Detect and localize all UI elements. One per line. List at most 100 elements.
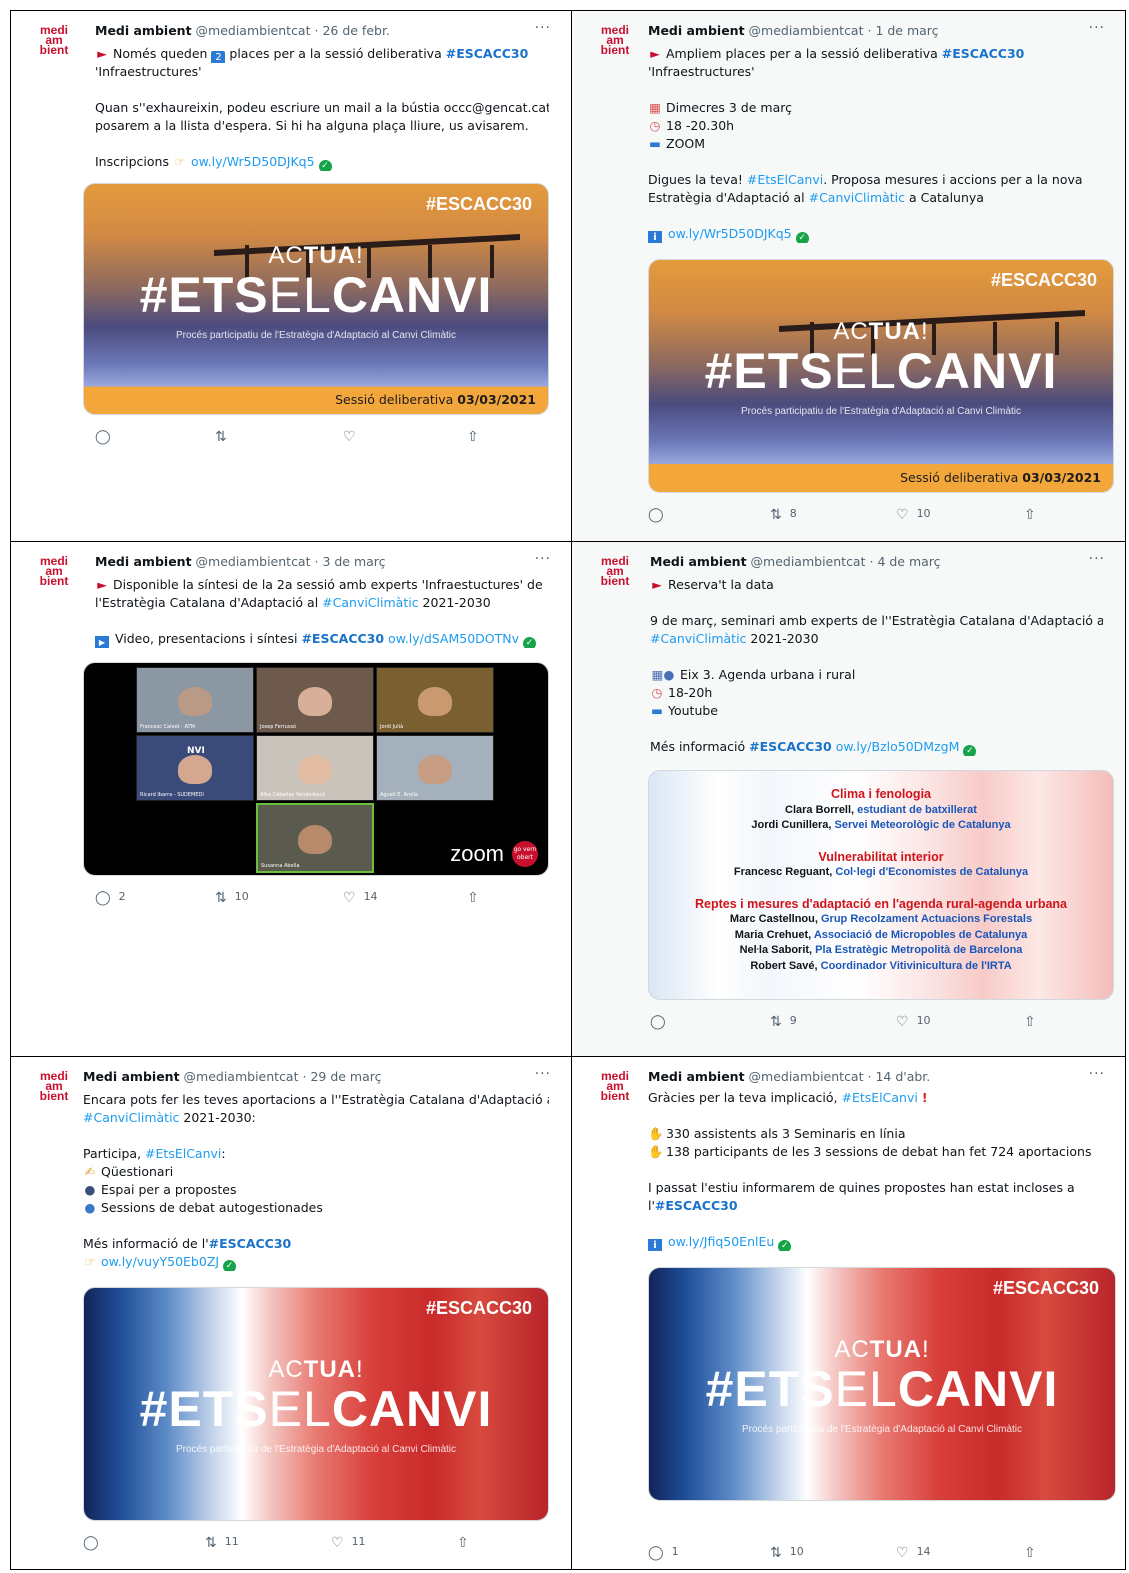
tweet-date[interactable]: 1 de març xyxy=(875,23,938,38)
tweet-card[interactable]: medi am bient Medi ambient @mediambientc… xyxy=(571,1056,1126,1570)
more-options-icon[interactable]: ··· xyxy=(1089,1066,1105,1082)
hashtag-link[interactable]: #CanviClimàtic xyxy=(322,595,418,610)
reply-button[interactable]: ◯ 1 xyxy=(648,1545,679,1561)
reply-button[interactable]: ◯ xyxy=(95,429,119,445)
more-options-icon[interactable]: ··· xyxy=(535,1066,551,1082)
tweet-date[interactable]: 14 d'abr. xyxy=(875,1069,930,1084)
avatar[interactable]: medi am bient xyxy=(33,24,75,67)
tweet-card[interactable]: medi am bient Medi ambient @mediambientc… xyxy=(571,10,1126,542)
like-button[interactable]: ♡ 10 xyxy=(896,507,931,523)
check-icon: ✓ xyxy=(318,160,332,171)
tweet-card[interactable]: medi am bient Medi ambient @mediambientc… xyxy=(10,541,572,1057)
author-handle[interactable]: @mediambientcat xyxy=(196,23,311,38)
megaphone-icon: ► xyxy=(97,46,107,61)
share-button[interactable]: ⇧ xyxy=(467,890,487,906)
video-thumbnail[interactable]: Francesc Calvet - ATM Josep Ferrussó Jor… xyxy=(83,662,549,876)
more-options-icon[interactable]: ··· xyxy=(535,20,551,36)
reply-button[interactable]: ◯ 2 xyxy=(95,890,126,906)
short-link[interactable]: ow.ly/vuyY50Eb0ZJ xyxy=(101,1254,219,1269)
hashtag-link[interactable]: #EtsElCanvi xyxy=(747,172,823,187)
retweet-button[interactable]: ⇅ 11 xyxy=(205,1535,239,1551)
hashtag-link[interactable]: #ESCACC30 xyxy=(209,1236,292,1251)
avatar[interactable]: medi am bient xyxy=(33,555,75,598)
tweet-header: Medi ambient @mediambientcat · 26 de feb… xyxy=(95,20,551,38)
reply-button[interactable]: ◯ xyxy=(650,1014,674,1030)
tweet-date[interactable]: 4 de març xyxy=(877,554,940,569)
hashtag-link[interactable]: #ESCACC30 xyxy=(446,46,529,61)
share-button[interactable]: ⇧ xyxy=(1024,1545,1044,1561)
author-name[interactable]: Medi ambient xyxy=(648,1069,745,1084)
retweet-button[interactable]: ⇅ 9 xyxy=(770,1014,797,1030)
like-button[interactable]: ♡ 11 xyxy=(331,1535,366,1551)
like-button[interactable]: ♡ xyxy=(343,429,364,445)
short-link[interactable]: ow.ly/Jfiq50EnlEu xyxy=(668,1234,774,1249)
more-options-icon[interactable]: ··· xyxy=(1089,20,1105,36)
tweet-card[interactable]: medi am bient Medi ambient @mediambientc… xyxy=(571,541,1126,1057)
hashtag-link[interactable]: #ESCACC30 xyxy=(749,739,832,754)
heart-icon: ♡ xyxy=(896,1014,909,1030)
hashtag-link[interactable]: #ESCACC30 xyxy=(942,46,1025,61)
tweet-card[interactable]: medi am bient Medi ambient @mediambientc… xyxy=(10,1056,572,1570)
avatar[interactable]: medi am bient xyxy=(594,24,636,67)
play-icon: ▶ xyxy=(95,636,109,648)
like-button[interactable]: ♡ 14 xyxy=(343,890,378,906)
avatar[interactable]: medi am bient xyxy=(33,1070,75,1113)
campaign-image[interactable]: #ESCACC30 ACTUA! #ETSELCANVI Procés part… xyxy=(83,1287,549,1521)
author-name[interactable]: Medi ambient xyxy=(650,554,747,569)
author-handle[interactable]: @mediambientcat xyxy=(749,23,864,38)
author-name[interactable]: Medi ambient xyxy=(83,1069,180,1084)
hashtag-link[interactable]: #ESCACC30 xyxy=(301,631,384,646)
check-icon: ✓ xyxy=(963,745,977,756)
campaign-image[interactable]: #ESCACC30 ACTUA! #ETSELCANVI Procés part… xyxy=(83,183,549,415)
exclamation-icon: ! xyxy=(921,1090,928,1105)
short-link[interactable]: ow.ly/dSAM50DOTNv xyxy=(388,631,519,646)
tweet-date[interactable]: 3 de març xyxy=(322,554,385,569)
hashtag-link[interactable]: #CanviClimàtic xyxy=(809,190,905,205)
reply-button[interactable]: ◯ xyxy=(83,1535,107,1551)
tweet-card[interactable]: medi am bient Medi ambient @mediambientc… xyxy=(10,10,572,542)
retweet-button[interactable]: ⇅ 10 xyxy=(770,1545,804,1561)
avatar[interactable]: medi am bient xyxy=(594,1070,636,1113)
retweet-button[interactable]: ⇅ 10 xyxy=(215,890,249,906)
share-icon: ⇧ xyxy=(467,429,479,445)
more-options-icon[interactable]: ··· xyxy=(535,551,551,567)
campaign-image[interactable]: #ESCACC30 ACTUA! #ETSELCANVI Procés part… xyxy=(648,259,1114,493)
hashtag-link[interactable]: #ESCACC30 xyxy=(655,1198,738,1213)
reply-button[interactable]: ◯ xyxy=(648,507,672,523)
hashtag-link[interactable]: #CanviClimàtic xyxy=(83,1110,179,1125)
like-button[interactable]: ♡ 14 xyxy=(896,1545,931,1561)
author-handle[interactable]: @mediambientcat xyxy=(196,554,311,569)
author-name[interactable]: Medi ambient xyxy=(95,23,192,38)
author-name[interactable]: Medi ambient xyxy=(648,23,745,38)
share-button[interactable]: ⇧ xyxy=(1024,507,1044,523)
short-link[interactable]: ow.ly/Wr5D50DJKq5 xyxy=(191,154,315,169)
author-handle[interactable]: @mediambientcat xyxy=(749,1069,864,1084)
tweet-date[interactable]: 29 de març xyxy=(310,1069,381,1084)
govern-obert-logo: go vern obert xyxy=(512,841,538,867)
like-button[interactable]: ♡ 10 xyxy=(896,1014,931,1030)
campaign-image[interactable]: #ESCACC30 ACTUA! #ETSELCANVI Procés part… xyxy=(648,1267,1116,1501)
share-button[interactable]: ⇧ xyxy=(467,429,487,445)
tweet-text: ► Ampliem places per a la sessió delibera… xyxy=(648,46,1083,243)
author-handle[interactable]: @mediambientcat xyxy=(751,554,866,569)
short-link[interactable]: ow.ly/Bzlo50DMzgM xyxy=(836,739,960,754)
heart-icon: ♡ xyxy=(343,890,356,906)
tweet-text: Encara pots fer les teves aportacions a … xyxy=(83,1092,549,1271)
more-options-icon[interactable]: ··· xyxy=(1089,551,1105,567)
author-handle[interactable]: @mediambientcat xyxy=(184,1069,299,1084)
retweet-icon: ⇅ xyxy=(215,890,227,906)
avatar[interactable]: medi am bient xyxy=(594,555,636,598)
retweet-button[interactable]: ⇅ 8 xyxy=(770,507,797,523)
retweet-button[interactable]: ⇅ xyxy=(215,429,235,445)
hashtag-link[interactable]: #EtsElCanvi xyxy=(145,1146,221,1161)
share-button[interactable]: ⇧ xyxy=(457,1535,477,1551)
tweet-date[interactable]: 26 de febr. xyxy=(322,23,389,38)
seminar-image[interactable]: Clima i fenologia Clara Borrell, estudia… xyxy=(648,770,1114,1000)
share-button[interactable]: ⇧ xyxy=(1024,1014,1044,1030)
heart-icon: ♡ xyxy=(896,1545,909,1561)
ok-hand-icon: ✋ xyxy=(648,1126,664,1141)
short-link[interactable]: ow.ly/Wr5D50DJKq5 xyxy=(668,226,792,241)
hashtag-link[interactable]: #EtsElCanvi xyxy=(841,1090,917,1105)
hashtag-link[interactable]: #CanviClimàtic xyxy=(650,631,746,646)
author-name[interactable]: Medi ambient xyxy=(95,554,192,569)
